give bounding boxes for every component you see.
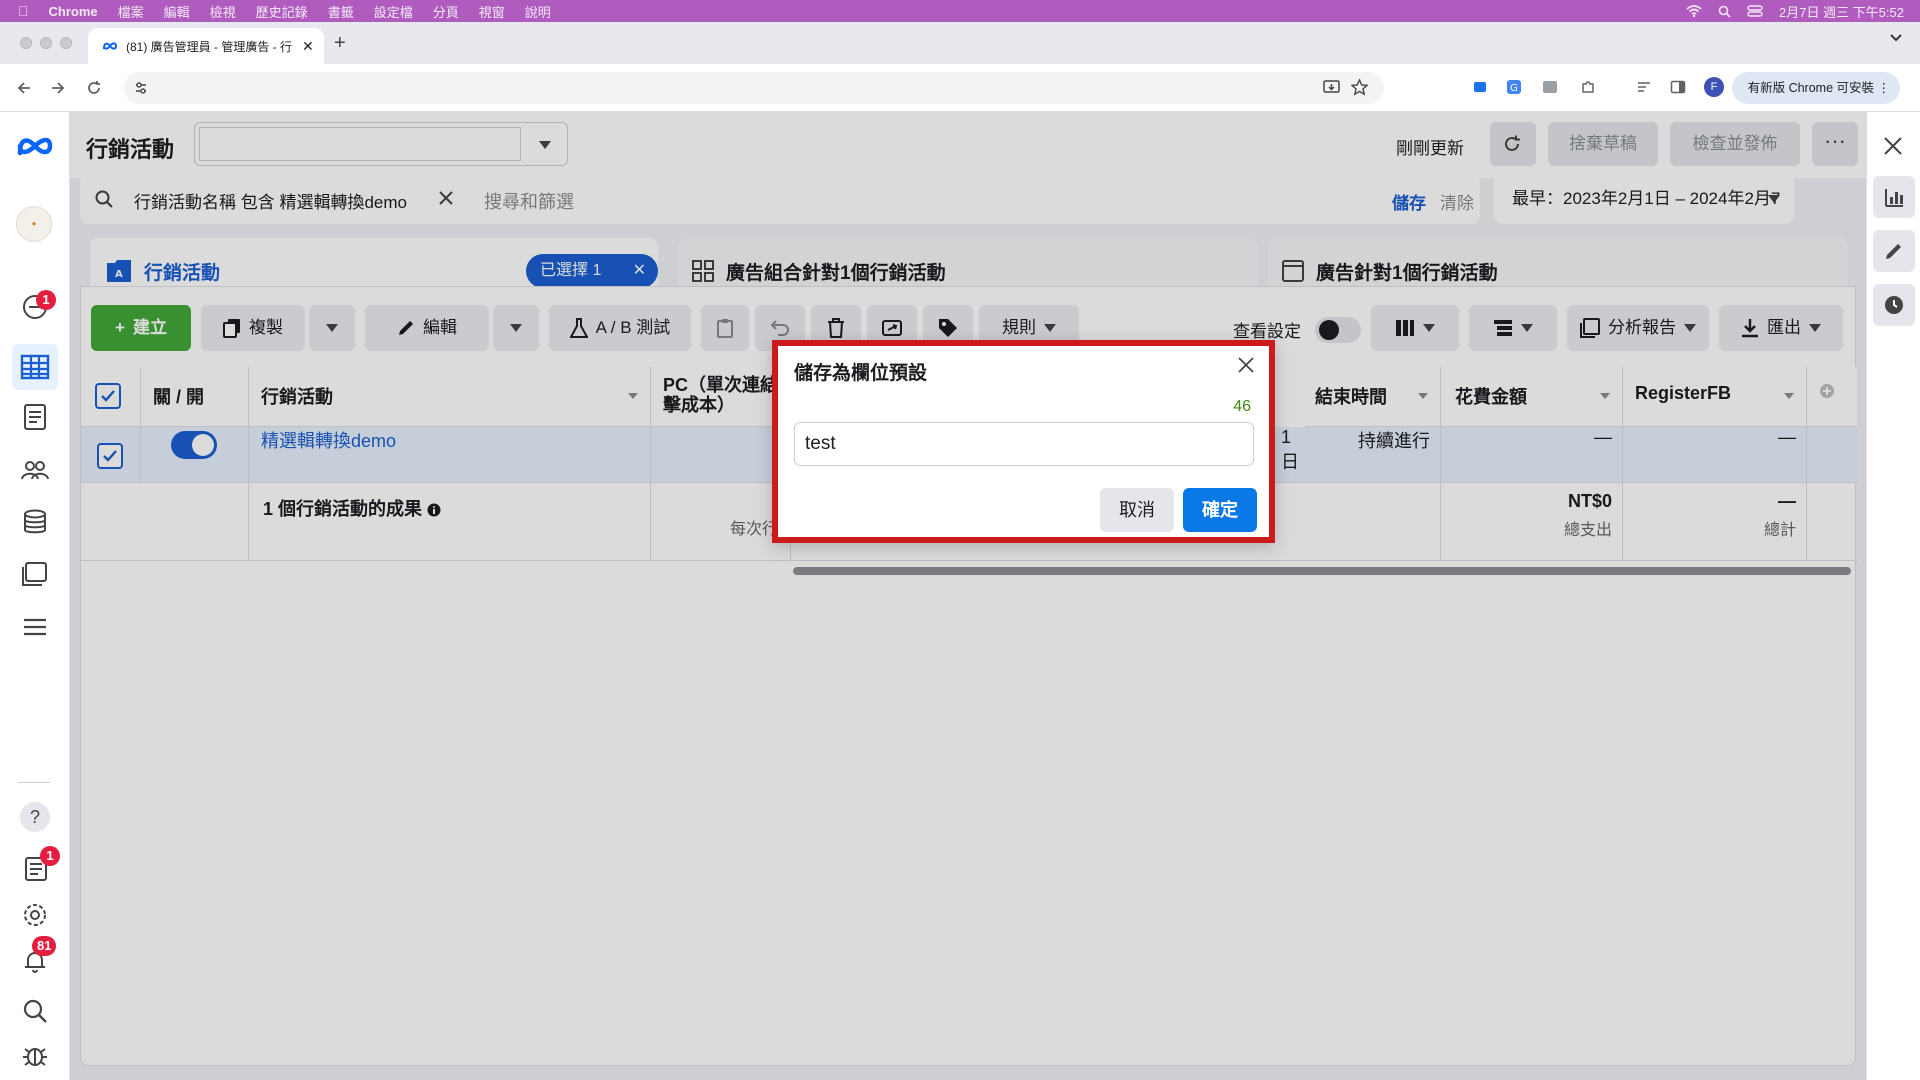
cancel-button[interactable]: 取消 — [1100, 488, 1174, 532]
menu-history[interactable]: 歷史記錄 — [256, 2, 308, 21]
chrome-update-button[interactable]: 有新版 Chrome 可安裝 ⋮ — [1731, 72, 1900, 104]
chrome-update-label: 有新版 Chrome 可安裝 — [1747, 81, 1874, 95]
bookmark-star-icon[interactable] — [1351, 79, 1368, 96]
control-center-icon[interactable] — [1747, 5, 1763, 17]
tab-title: (81) 廣告管理員 - 管理廣告 - 行 — [126, 39, 293, 54]
confirm-button[interactable]: 確定 — [1183, 488, 1257, 532]
window-minimize-button[interactable] — [40, 37, 52, 49]
audiences-icon[interactable] — [20, 455, 50, 485]
bug-report-icon[interactable] — [20, 1040, 50, 1070]
save-column-preset-dialog: 儲存為欄位預設 46 test 取消 確定 — [772, 340, 1275, 543]
extensions-puzzle-icon[interactable] — [1580, 79, 1596, 95]
modal-backdrop[interactable] — [70, 112, 1866, 1080]
forward-icon[interactable] — [50, 80, 66, 96]
menubar-app-name[interactable]: Chrome — [49, 4, 98, 19]
devtools-extension-icon[interactable] — [1542, 79, 1558, 95]
alerts-badge: 81 — [32, 936, 57, 956]
campaigns-table-nav-item[interactable] — [12, 344, 58, 390]
nav-divider — [18, 782, 50, 783]
side-panel-icon[interactable] — [1670, 79, 1686, 95]
history-panel-button[interactable] — [1873, 284, 1915, 326]
wifi-icon[interactable] — [1686, 5, 1702, 17]
menu-tab[interactable]: 分頁 — [433, 2, 459, 21]
profile-avatar[interactable]: F — [1704, 77, 1724, 97]
svg-text:G: G — [1510, 83, 1518, 94]
menu-help[interactable]: 說明 — [525, 2, 551, 21]
close-panel-icon[interactable] — [1883, 136, 1903, 156]
apple-icon[interactable]:  — [18, 3, 29, 19]
extension-icon[interactable] — [1472, 79, 1488, 95]
edit-panel-button[interactable] — [1873, 230, 1915, 272]
translate-extension-icon[interactable]: G — [1506, 79, 1522, 95]
left-navigation: ● 1 ? 1 81 — [0, 112, 70, 1080]
new-tab-icon[interactable]: + — [334, 32, 346, 55]
character-count: 46 — [1233, 398, 1251, 415]
spotlight-icon[interactable] — [1718, 5, 1731, 18]
catalog-icon[interactable] — [20, 559, 50, 589]
menubar-clock[interactable]: 2月7日 週三 下午5:52 — [1779, 2, 1904, 21]
meta-favicon-icon — [102, 41, 118, 51]
meta-logo-icon[interactable] — [16, 134, 54, 158]
browser-tab-strip: (81) 廣告管理員 - 管理廣告 - 行 ✕ + — [0, 22, 1920, 64]
window-close-button[interactable] — [20, 37, 32, 49]
mac-menubar:  Chrome 檔案 編輯 檢視 歷史記錄 書籤 設定檔 分頁 視窗 說明 2… — [0, 0, 1920, 22]
search-nav-icon[interactable] — [20, 996, 50, 1026]
menu-bookmarks[interactable]: 書籤 — [328, 2, 354, 21]
menu-profiles[interactable]: 設定檔 — [374, 2, 413, 21]
chrome-menu-icon[interactable]: ⋮ — [1878, 72, 1891, 104]
back-icon[interactable] — [16, 80, 32, 96]
install-app-icon[interactable] — [1323, 80, 1340, 96]
right-side-rail — [1866, 112, 1920, 1080]
billing-icon[interactable] — [20, 507, 50, 537]
all-tools-menu-icon[interactable] — [20, 612, 50, 642]
help-icon[interactable]: ? — [20, 802, 50, 832]
tab-search-icon[interactable] — [1890, 34, 1902, 42]
reading-list-icon[interactable] — [1636, 79, 1652, 95]
notification-badge: 1 — [36, 290, 56, 310]
settings-gear-icon[interactable] — [20, 900, 50, 930]
account-avatar[interactable]: ● — [16, 206, 52, 242]
reload-icon[interactable] — [86, 80, 102, 96]
pages-icon[interactable] — [20, 402, 50, 432]
menu-window[interactable]: 視窗 — [479, 2, 505, 21]
news-badge: 1 — [40, 846, 60, 866]
menu-file[interactable]: 檔案 — [118, 2, 144, 21]
site-info-icon[interactable] — [134, 81, 148, 95]
dialog-close-icon[interactable] — [1237, 356, 1255, 374]
dialog-title: 儲存為欄位預設 — [794, 363, 928, 384]
address-bar[interactable] — [124, 72, 1384, 104]
browser-tab-active[interactable]: (81) 廣告管理員 - 管理廣告 - 行 ✕ — [88, 28, 324, 64]
preset-name-input[interactable]: test — [794, 422, 1254, 466]
menu-edit[interactable]: 編輯 — [164, 2, 190, 21]
tab-close-icon[interactable]: ✕ — [302, 38, 314, 55]
window-zoom-button[interactable] — [60, 37, 72, 49]
ads-manager-app: ● 1 ? 1 81 行銷活動 剛剛更新 捨棄草稿 檢查並發佈 ··· 行銷活動… — [0, 112, 1920, 1080]
browser-toolbar: G F 有新版 Chrome 可安裝 ⋮ — [0, 64, 1920, 112]
charts-panel-button[interactable] — [1873, 176, 1915, 218]
menu-view[interactable]: 檢視 — [210, 2, 236, 21]
